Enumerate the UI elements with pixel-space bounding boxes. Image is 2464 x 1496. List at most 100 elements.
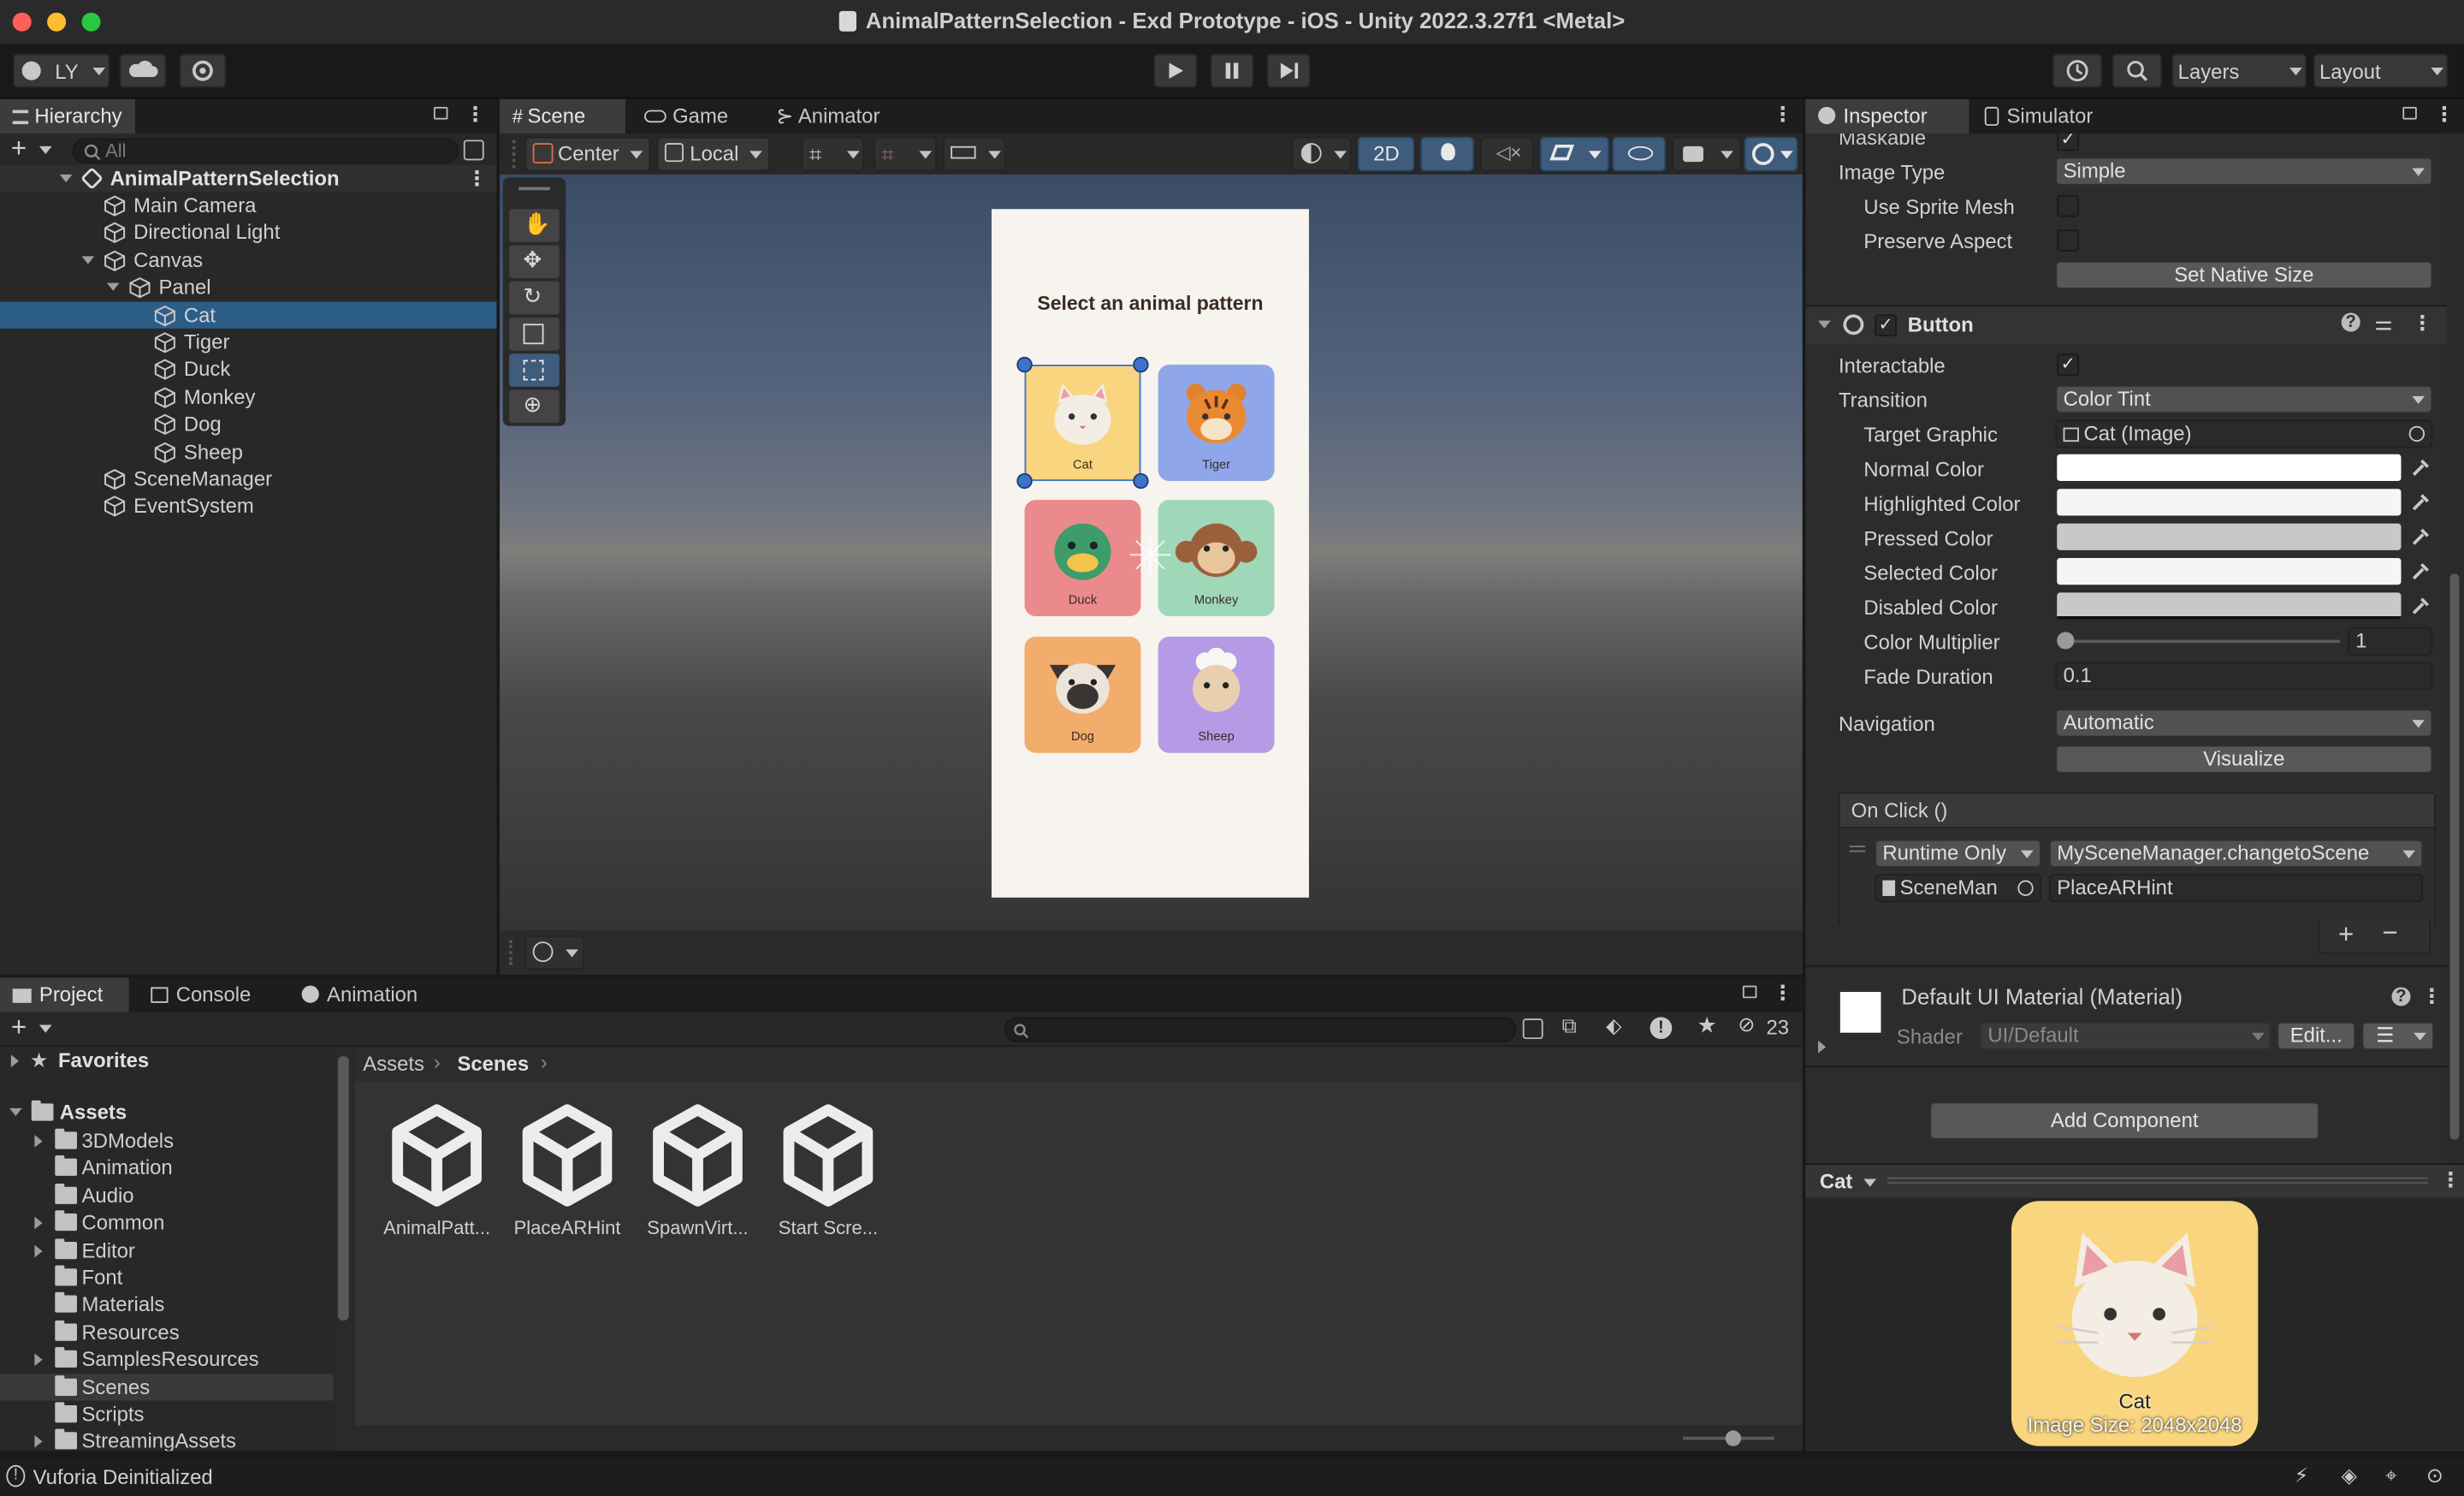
tab-hierarchy[interactable]: Hierarchy — [0, 98, 135, 134]
undo-history-button[interactable] — [2052, 53, 2103, 88]
navigation-dropdown[interactable]: Automatic — [2055, 709, 2433, 738]
rotate-tool-button[interactable]: ↻ — [509, 281, 560, 315]
move-tool-button[interactable]: ✥ — [509, 245, 560, 279]
hierarchy-search-input[interactable]: All — [72, 138, 459, 164]
preset-sliders-icon[interactable]: ⚌ — [2374, 312, 2392, 336]
set-native-size-button[interactable]: Set Native Size — [2055, 260, 2433, 289]
progress-check-icon[interactable]: ⊙ — [2426, 1463, 2443, 1488]
folder-item-scripts[interactable]: Scripts — [0, 1400, 333, 1427]
scale-tool-button[interactable] — [509, 318, 560, 351]
pressed-color-field[interactable] — [2057, 523, 2402, 550]
selected-color-field[interactable] — [2057, 558, 2402, 585]
search-button[interactable] — [2112, 53, 2163, 88]
preserve-aspect-checkbox[interactable] — [2057, 229, 2079, 252]
folder-item-editor[interactable]: Editor — [0, 1237, 333, 1263]
folder-item-animation[interactable]: Animation — [0, 1155, 333, 1181]
lock-icon[interactable] — [1742, 985, 1757, 999]
pause-button[interactable] — [1210, 53, 1254, 88]
filter-by-type-icon[interactable]: ⧉ — [1562, 1014, 1577, 1039]
more-options-icon[interactable]: ⋮ — [1773, 981, 1793, 1006]
pivot-local-dropdown[interactable]: Local — [656, 136, 770, 172]
tab-console[interactable]: Console — [139, 977, 274, 1012]
preview-drag-bar[interactable] — [1886, 1177, 2428, 1184]
hierarchy-item-dog[interactable]: Dog — [0, 411, 496, 437]
grid-snap-dropdown[interactable]: ⌗ — [801, 136, 865, 172]
expand-arrow-icon[interactable] — [1818, 320, 1831, 329]
hierarchy-item-canvas[interactable]: Canvas — [0, 246, 496, 273]
scene-asset[interactable]: Start Scre... — [770, 1103, 886, 1244]
eyedropper-icon[interactable] — [2408, 594, 2432, 619]
hierarchy-item-duck[interactable]: Duck — [0, 356, 496, 383]
favorite-star-icon[interactable]: ★ — [1697, 1012, 1717, 1039]
breadcrumb-scenes[interactable]: Scenes — [457, 1052, 529, 1076]
increment-snap-dropdown[interactable]: ⌗ — [874, 136, 937, 172]
hierarchy-item-sheep[interactable]: Sheep — [0, 438, 496, 465]
hierarchy-item-cat[interactable]: Cat — [0, 300, 497, 329]
hierarchy-item-monkey[interactable]: Monkey — [0, 383, 496, 410]
effects-dropdown[interactable] — [1539, 136, 1609, 172]
folder-item-common[interactable]: Common — [0, 1209, 333, 1236]
use-sprite-mesh-checkbox[interactable] — [2057, 194, 2079, 217]
resize-handle-bottom-left[interactable] — [1016, 472, 1033, 490]
tag-icon[interactable]: ⬖ — [1606, 1014, 1621, 1039]
hidden-packages-icon[interactable]: ⊘ — [1738, 1012, 1755, 1037]
camera-dropdown[interactable] — [1672, 136, 1742, 172]
expand-arrow-icon[interactable] — [34, 1244, 43, 1257]
interactable-checkbox[interactable]: ✓ — [2057, 353, 2079, 376]
tab-inspector[interactable]: Inspector — [1805, 98, 1969, 134]
rect-tool-button[interactable] — [509, 353, 560, 387]
expand-arrow-icon[interactable] — [81, 256, 95, 264]
target-graphic-field[interactable]: Cat (Image) — [2055, 419, 2433, 448]
eyedropper-icon[interactable] — [2408, 456, 2432, 481]
expand-arrow-icon[interactable] — [106, 282, 120, 292]
add-object-button[interactable]: + — [11, 134, 27, 165]
scene-asset[interactable]: SpawnVirt... — [640, 1103, 756, 1244]
folder-item-samplesresources[interactable]: SamplesResources — [0, 1346, 333, 1373]
add-listener-button[interactable]: + — [2338, 919, 2354, 951]
expand-arrow-icon[interactable] — [34, 1216, 43, 1230]
disabled-color-field[interactable] — [2057, 592, 2402, 620]
highlighted-color-field[interactable] — [2057, 489, 2402, 516]
argument-input[interactable]: PlaceARHint — [2049, 874, 2424, 903]
lighting-toggle[interactable] — [1420, 136, 1474, 172]
more-options-icon[interactable]: ⋮ — [2421, 984, 2442, 1009]
auto-generate-lighting-icon[interactable]: ⚡ — [2295, 1463, 2309, 1488]
expand-arrow-icon[interactable] — [10, 1054, 20, 1068]
target-object-field[interactable]: SceneMan — [1875, 874, 2041, 903]
hierarchy-item-main-camera[interactable]: Main Camera — [0, 192, 496, 218]
cloud-button[interactable] — [119, 53, 167, 88]
favorites-row[interactable]: ★ Favorites — [0, 1047, 333, 1073]
search-by-type-icon[interactable] — [1522, 1018, 1543, 1040]
preview-name-dropdown[interactable]: Cat — [1820, 1170, 1852, 1194]
button-enabled-checkbox[interactable]: ✓ — [1875, 314, 1897, 337]
eyedropper-icon[interactable] — [2408, 560, 2432, 585]
color-multiplier-input[interactable]: 1 — [2348, 626, 2433, 656]
tab-game[interactable]: Game — [631, 99, 757, 134]
runtime-dropdown[interactable]: Runtime Only — [1875, 839, 2041, 868]
folder-item-materials[interactable]: Materials — [0, 1291, 333, 1318]
inspector-scrollbar-thumb[interactable] — [2449, 573, 2460, 1140]
tab-animator[interactable]: ⊱ Animator — [764, 99, 905, 134]
warning-filter-icon[interactable]: ! — [1650, 1017, 1673, 1040]
create-asset-button[interactable]: + — [11, 1012, 27, 1044]
tab-project[interactable]: Project — [0, 977, 129, 1012]
collab-button[interactable] — [179, 53, 227, 88]
object-picker-icon[interactable] — [2017, 880, 2034, 896]
normal-color-field[interactable] — [2057, 454, 2402, 482]
hierarchy-item-scenemanager[interactable]: SceneManager — [0, 466, 496, 492]
gizmos-dropdown[interactable] — [1744, 136, 1798, 172]
expand-arrow-icon[interactable] — [34, 1135, 43, 1148]
folder-item-resources[interactable]: Resources — [0, 1319, 333, 1345]
color-multiplier-slider-thumb[interactable] — [2057, 632, 2075, 650]
scene-viewport[interactable]: ✋ ✥ ↻ ⊕ Select an animal pattern Cat Tig… — [500, 174, 1803, 931]
expand-arrow-icon[interactable] — [1818, 1040, 1827, 1054]
more-options-icon[interactable]: ⋮ — [2440, 1168, 2461, 1193]
image-type-dropdown[interactable]: Simple — [2055, 157, 2433, 186]
maskable-checkbox[interactable]: ✓ — [2057, 134, 2079, 151]
audio-toggle[interactable]: ◁× — [1480, 136, 1534, 172]
resize-handle-top-left[interactable] — [1016, 356, 1033, 373]
drag-handle-icon[interactable] — [1849, 846, 1866, 852]
folder-item-3dmodels[interactable]: 3DModels — [0, 1127, 333, 1154]
more-options-icon[interactable]: ⋮ — [1773, 102, 1793, 127]
object-picker-icon[interactable] — [2408, 425, 2426, 442]
